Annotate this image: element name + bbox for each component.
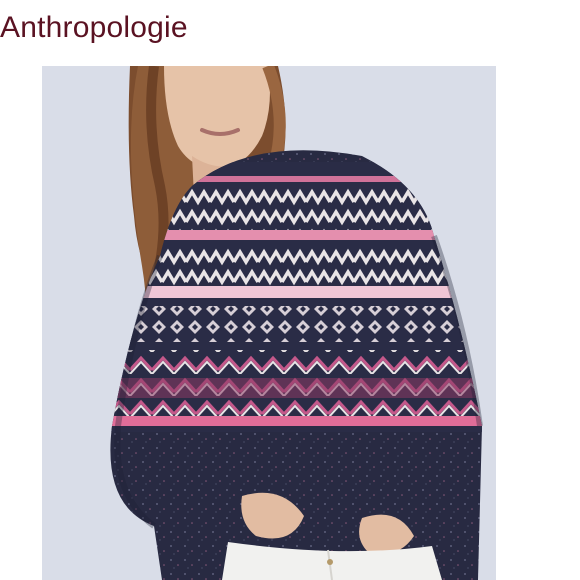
brand-title: Anthropologie xyxy=(0,11,188,44)
product-photo[interactable] xyxy=(42,66,496,580)
sweater-model-image xyxy=(42,66,496,580)
